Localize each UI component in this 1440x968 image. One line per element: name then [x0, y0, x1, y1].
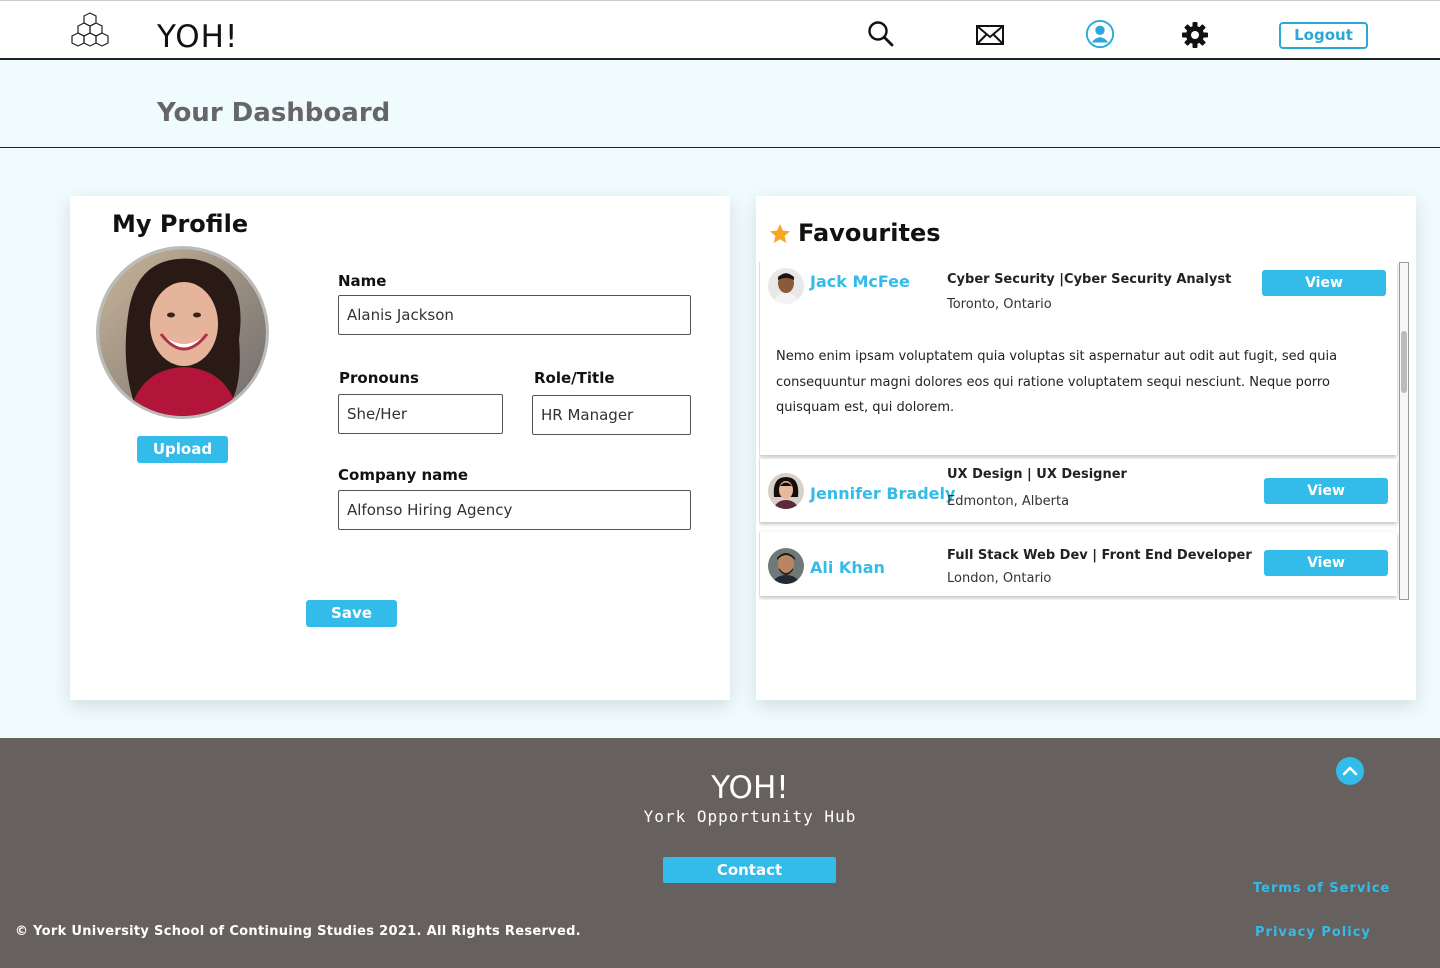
- favourite-role: Full Stack Web Dev | Front End Developer: [947, 548, 1252, 563]
- pronouns-field[interactable]: She/Her: [338, 394, 503, 434]
- favourites-scrollbar[interactable]: [1399, 262, 1409, 600]
- hexagon-logo-icon[interactable]: [70, 11, 110, 51]
- favourite-comment: Nemo enim ipsam voluptatem quia voluptas…: [776, 349, 1338, 415]
- favourite-role: UX Design | UX Designer: [947, 467, 1127, 482]
- star-icon: [770, 224, 790, 243]
- favourite-role: Cyber Security |Cyber Security Analyst: [947, 272, 1232, 287]
- role-label: Role/Title: [534, 369, 615, 387]
- profile-title: My Profile: [112, 210, 249, 238]
- logout-button[interactable]: Logout: [1279, 22, 1368, 49]
- favourite-item: Jennifer Bradely UX Design | UX Designer…: [759, 459, 1397, 525]
- favourite-location: London, Ontario: [947, 571, 1052, 586]
- user-profile-icon[interactable]: [1085, 19, 1115, 49]
- favourite-location: Edmonton, Alberta: [947, 494, 1070, 509]
- search-icon[interactable]: [866, 19, 896, 49]
- name-label: Name: [338, 272, 387, 290]
- view-comments-button[interactable]: View Comments: [1264, 478, 1388, 525]
- profile-avatar: [96, 246, 269, 419]
- profile-card: My Profile Upload Name Alanis Jackson Pr…: [70, 196, 730, 700]
- favourite-item: Jack McFee Cyber Security |Cyber Securit…: [759, 262, 1397, 455]
- pronouns-label: Pronouns: [339, 369, 419, 387]
- favourite-name[interactable]: Ali Khan: [810, 558, 885, 577]
- copyright-text: © York University School of Continuing S…: [15, 924, 581, 939]
- brand-title[interactable]: YOH!: [157, 19, 238, 55]
- avatar: [768, 268, 804, 304]
- gear-icon[interactable]: [1181, 21, 1211, 51]
- favourite-location: Toronto, Ontario: [947, 297, 1052, 312]
- page-title: Your Dashboard: [157, 98, 391, 128]
- favourite-item: Ali Khan Full Stack Web Dev | Front End …: [759, 532, 1397, 597]
- name-field[interactable]: Alanis Jackson: [338, 295, 691, 335]
- view-comments-button[interactable]: View Comments: [1262, 270, 1386, 317]
- favourite-name[interactable]: Jack McFee: [810, 272, 910, 291]
- save-button[interactable]: Save: [306, 600, 397, 627]
- top-nav-bar: YOH! Logout: [0, 0, 1440, 60]
- title-band: Your Dashboard: [0, 60, 1440, 148]
- terms-link[interactable]: Terms of Service: [1253, 881, 1390, 896]
- favourites-card: Favourites Jack McFee Cyber Security |Cy…: [756, 196, 1416, 700]
- footer: YOH! York Opportunity Hub Contact © York…: [0, 738, 1440, 968]
- avatar: [768, 473, 804, 509]
- company-label: Company name: [338, 466, 469, 484]
- back-to-top-button[interactable]: [1336, 757, 1364, 785]
- footer-brand: YOH!: [711, 770, 789, 806]
- role-field[interactable]: HR Manager: [532, 395, 691, 435]
- mail-icon[interactable]: [975, 21, 1005, 51]
- favourites-title: Favourites: [798, 219, 941, 247]
- favourite-name[interactable]: Jennifer Bradely: [810, 484, 955, 503]
- privacy-link[interactable]: Privacy Policy: [1255, 925, 1371, 940]
- scrollbar-thumb[interactable]: [1401, 331, 1407, 393]
- footer-subtitle: York Opportunity Hub: [643, 807, 857, 826]
- contact-button[interactable]: Contact: [663, 857, 836, 883]
- upload-button[interactable]: Upload: [137, 436, 228, 463]
- favourites-list[interactable]: Jack McFee Cyber Security |Cyber Securit…: [759, 262, 1399, 600]
- view-comments-button[interactable]: View Comments: [1264, 550, 1388, 597]
- company-field[interactable]: Alfonso Hiring Agency: [338, 490, 691, 530]
- chevron-up-icon: [1342, 766, 1358, 776]
- avatar: [768, 548, 804, 584]
